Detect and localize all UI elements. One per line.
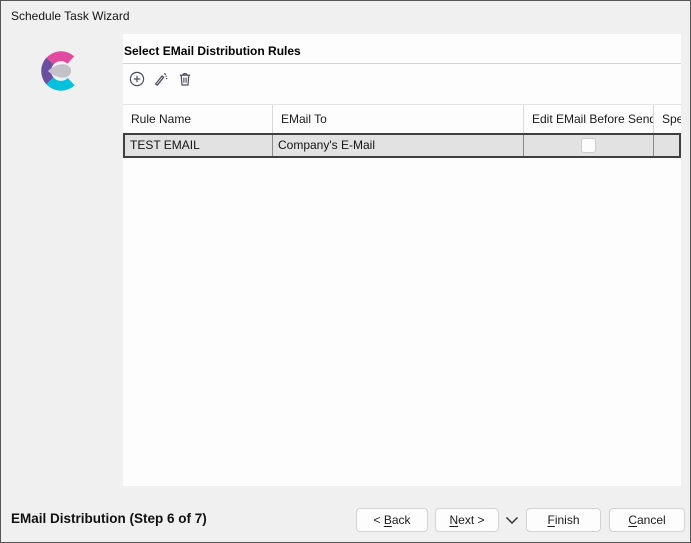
column-header-email-to[interactable]: EMail To: [273, 105, 524, 133]
magic-wand-icon: [153, 71, 169, 90]
column-header-edit-email-before-send[interactable]: Edit EMail Before Send: [524, 105, 654, 133]
cancel-button[interactable]: Cancel: [609, 508, 685, 532]
next-label-rest: ext >: [458, 513, 484, 527]
title-bar: Schedule Task Wizard: [1, 1, 690, 33]
footer-bar: EMail Distribution (Step 6 of 7) < Back …: [1, 486, 690, 542]
table-row[interactable]: TEST EMAIL Company's E-Mail: [123, 133, 681, 158]
cancel-label-mnemonic: C: [628, 513, 637, 527]
back-label-rest: ack: [392, 513, 411, 527]
edit-email-before-send-checkbox[interactable]: [581, 138, 596, 153]
back-label-pre: <: [373, 513, 383, 527]
window-title: Schedule Task Wizard: [11, 9, 130, 23]
finish-label-mnemonic: F: [547, 513, 554, 527]
column-header-special[interactable]: Spe: [654, 105, 681, 133]
cell-edit-email-before-send: [524, 135, 654, 156]
cell-rule-name: TEST EMAIL: [125, 135, 273, 156]
edit-rule-button[interactable]: [152, 72, 169, 89]
delete-rule-button[interactable]: [176, 72, 193, 89]
back-label-mnemonic: B: [384, 513, 392, 527]
next-menu-button[interactable]: [504, 508, 520, 532]
finish-label-rest: inish: [555, 513, 580, 527]
finish-button[interactable]: Finish: [526, 508, 601, 532]
schedule-task-wizard-window: Schedule Task Wizard Select EMail Distri…: [0, 0, 691, 543]
rules-table: Rule Name EMail To Edit EMail Before Sen…: [123, 104, 681, 158]
heading-separator: [123, 63, 681, 64]
rules-table-header: Rule Name EMail To Edit EMail Before Sen…: [123, 105, 681, 133]
next-button[interactable]: Next >: [435, 508, 499, 532]
app-logo-icon: [36, 45, 89, 97]
page-heading: Select EMail Distribution Rules: [124, 44, 301, 58]
cancel-label-rest: ancel: [637, 513, 666, 527]
next-label-mnemonic: N: [449, 513, 458, 527]
cell-email-to: Company's E-Mail: [273, 135, 524, 156]
wizard-page-panel: Select EMail Distribution Rules: [123, 34, 681, 486]
step-label: EMail Distribution (Step 6 of 7): [11, 511, 207, 526]
chevron-down-icon: [505, 513, 519, 528]
rules-toolbar: [128, 72, 193, 89]
plus-circle-icon: [129, 71, 145, 90]
back-button[interactable]: < Back: [356, 508, 428, 532]
column-header-rule-name[interactable]: Rule Name: [123, 105, 273, 133]
add-rule-button[interactable]: [128, 72, 145, 89]
trash-icon: [177, 71, 193, 90]
cell-special: [654, 135, 679, 156]
